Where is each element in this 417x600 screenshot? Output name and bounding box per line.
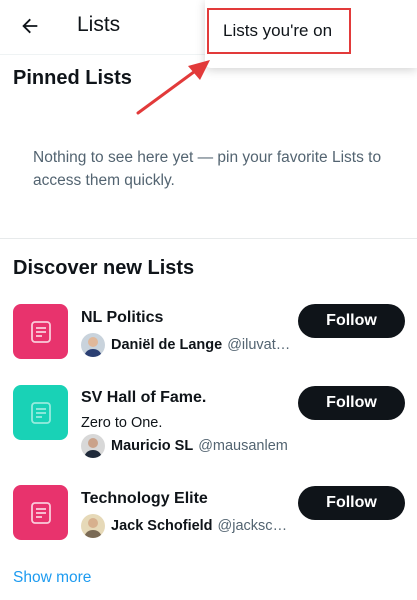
follow-button[interactable]: Follow	[298, 386, 405, 420]
owner-name: Jack Schofield	[111, 518, 213, 534]
owner-handle: @jacksch...	[217, 518, 291, 534]
arrow-left-icon	[22, 18, 38, 34]
pinned-empty-message: Nothing to see here yet — pin your favor…	[33, 149, 382, 189]
list-icon	[30, 501, 51, 524]
list-thumbnail	[13, 485, 68, 540]
list-owner: Mauricio SL @mausanlem	[81, 434, 291, 458]
list-icon	[30, 320, 51, 343]
list-name: NL Politics	[81, 309, 164, 326]
avatar	[81, 333, 105, 357]
owner-name: Mauricio SL	[111, 438, 194, 454]
follow-button[interactable]: Follow	[298, 304, 405, 338]
owner-handle: @iluvata...	[227, 337, 291, 353]
list-name: Technology Elite	[81, 490, 208, 507]
owner-handle: @mausanlem	[198, 438, 288, 454]
list-item[interactable]: SV Hall of Fame. Zero to One. Mauricio S…	[0, 385, 417, 465]
section-divider	[0, 238, 417, 239]
list-item[interactable]: Technology Elite Jack Schofield @jacksch…	[0, 485, 417, 545]
follow-button[interactable]: Follow	[298, 486, 405, 520]
overflow-menu: Lists you're on	[205, 0, 417, 68]
annotation-arrow-icon	[136, 60, 210, 115]
list-icon	[30, 401, 51, 424]
menu-item-lists-youre-on[interactable]: Lists you're on	[207, 8, 351, 54]
list-owner: Daniël de Lange @iluvata...	[81, 333, 291, 357]
list-name: SV Hall of Fame.	[81, 389, 207, 406]
list-thumbnail	[13, 385, 68, 440]
avatar	[81, 514, 105, 538]
discover-lists-heading: Discover new Lists	[13, 257, 195, 279]
show-more-link[interactable]: Show more	[13, 569, 91, 587]
back-button[interactable]	[14, 10, 46, 42]
list-owner: Jack Schofield @jacksch...	[81, 514, 291, 538]
list-description: Zero to One.	[81, 415, 163, 431]
avatar	[81, 434, 105, 458]
page-title: Lists	[77, 13, 121, 36]
owner-name: Daniël de Lange	[111, 337, 223, 353]
pinned-lists-heading: Pinned Lists	[13, 67, 132, 89]
list-thumbnail	[13, 304, 68, 359]
list-item[interactable]: NL Politics Daniël de Lange @iluvata... …	[0, 304, 417, 364]
